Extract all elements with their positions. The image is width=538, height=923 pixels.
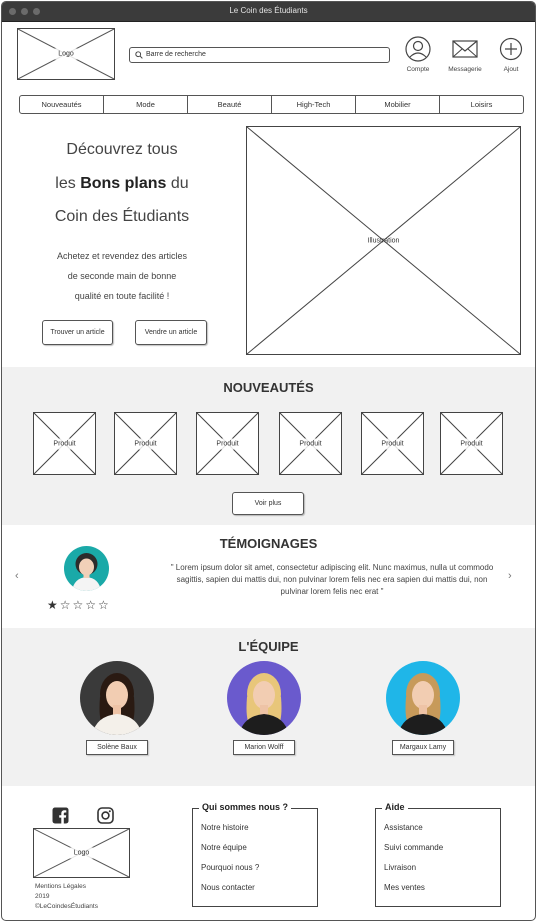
link-assistance[interactable]: Assistance	[384, 823, 443, 843]
equipe-title: L'ÉQUIPE	[238, 639, 299, 654]
product-card[interactable]: Produit	[440, 412, 503, 475]
product-label: Produit	[441, 438, 502, 449]
team-member-photo	[386, 661, 460, 735]
hero-desc-line2: de seconde main de bonne	[67, 271, 177, 281]
testimonial-avatar	[64, 546, 109, 591]
link-why-us[interactable]: Pourquoi nous ?	[201, 863, 259, 883]
category-nav: Nouveautés Mode Beauté High-Tech Mobilie…	[19, 95, 524, 114]
product-label: Produit	[362, 438, 423, 449]
account-button[interactable]: Compte	[398, 36, 438, 73]
next-testimonial-button[interactable]: ›	[508, 570, 512, 582]
product-label: Produit	[197, 438, 258, 449]
title-bar: Le Coin des Étudiants	[2, 2, 535, 22]
about-title: Qui sommes nous ?	[199, 802, 292, 812]
team-member-name: Solène Baux	[86, 740, 148, 755]
logo-label: Logo	[50, 48, 82, 60]
browser-window: Le Coin des Étudiants Logo Barre de rech…	[1, 1, 536, 921]
find-article-button[interactable]: Trouver un article	[42, 320, 113, 345]
link-our-team[interactable]: Notre équipe	[201, 843, 259, 863]
hero-title-line3: Coin des Étudiants	[54, 208, 190, 225]
help-box: Aide Assistance Suivi commande Livraison…	[375, 802, 501, 907]
nav-item-high-tech[interactable]: High-Tech	[272, 96, 356, 113]
team-member-name: Marion Wolff	[233, 740, 295, 755]
hero-illustration: Illustration	[246, 126, 521, 355]
hero-title-prefix: les	[55, 175, 81, 192]
messages-label: Messagerie	[448, 66, 482, 73]
illustration-label: Illustration	[367, 237, 400, 244]
hero-title-highlight: Bons plans	[80, 175, 167, 192]
hero-desc-line3: qualité en toute facilité !	[74, 291, 170, 301]
prev-testimonial-button[interactable]: ‹	[15, 570, 19, 582]
see-more-button[interactable]: Voir plus	[232, 492, 304, 515]
help-title: Aide	[382, 802, 408, 812]
search-placeholder: Barre de recherche	[146, 51, 206, 58]
search-input[interactable]: Barre de recherche	[129, 47, 390, 63]
link-order-tracking[interactable]: Suivi commande	[384, 843, 443, 863]
add-button[interactable]: Ajout	[491, 36, 531, 73]
legal-notice-link[interactable]: Mentions Légales	[35, 882, 98, 892]
product-card[interactable]: Produit	[33, 412, 96, 475]
window-title: Le Coin des Étudiants	[229, 6, 308, 15]
rating-stars: ★☆☆☆☆	[47, 598, 111, 612]
nav-item-mode[interactable]: Mode	[104, 96, 188, 113]
footer-logo-label: Logo	[66, 847, 97, 859]
search-icon	[135, 51, 143, 59]
product-card[interactable]: Produit	[196, 412, 259, 475]
link-my-sales[interactable]: Mes ventes	[384, 883, 443, 903]
link-delivery[interactable]: Livraison	[384, 863, 443, 883]
link-contact-us[interactable]: Nous contacter	[201, 883, 259, 903]
nav-item-loisirs[interactable]: Loisirs	[440, 96, 523, 113]
footer-logo[interactable]: Logo	[33, 828, 130, 878]
nav-item-mobilier[interactable]: Mobilier	[356, 96, 440, 113]
account-label: Compte	[406, 66, 430, 73]
team-member-photo	[80, 661, 154, 735]
product-label: Produit	[34, 438, 95, 449]
legal-copyright: ©LeCoindesÉtudiants	[35, 903, 98, 910]
legal-year: 2019	[35, 893, 50, 900]
product-label: Produit	[280, 438, 341, 449]
team-member-photo	[227, 661, 301, 735]
hero-title-line1: Découvrez tous	[66, 141, 178, 158]
messages-button[interactable]: Messagerie	[445, 36, 485, 73]
hero-title-line2: les Bons plans du	[22, 175, 222, 193]
user-icon	[405, 36, 431, 62]
nav-item-beaute[interactable]: Beauté	[188, 96, 272, 113]
team-member-name: Margaux Lamy	[392, 740, 454, 755]
about-box: Qui sommes nous ? Notre histoire Notre é…	[192, 802, 318, 907]
add-label: Ajout	[503, 66, 519, 73]
facebook-icon[interactable]	[52, 807, 69, 824]
nav-item-nouveautes[interactable]: Nouveautés	[20, 96, 104, 113]
testimonial-quote: " Lorem ipsum dolor sit amet, consectetu…	[170, 563, 494, 596]
product-card[interactable]: Produit	[114, 412, 177, 475]
instagram-icon[interactable]	[97, 807, 114, 824]
nouveautes-title: NOUVEAUTÉS	[223, 380, 314, 395]
legal-info: Mentions Légales 2019 ©LeCoindesÉtudiant…	[35, 882, 98, 912]
link-our-story[interactable]: Notre histoire	[201, 823, 259, 843]
hero-title-suffix: du	[166, 175, 189, 192]
hero-desc-line1: Achetez et revendez des articles	[56, 251, 188, 261]
plus-icon	[499, 37, 523, 61]
header-logo[interactable]: Logo	[17, 28, 115, 80]
sell-article-button[interactable]: Vendre un article	[135, 320, 207, 345]
mail-icon	[452, 40, 478, 58]
product-card[interactable]: Produit	[361, 412, 424, 475]
product-card[interactable]: Produit	[279, 412, 342, 475]
product-label: Produit	[115, 438, 176, 449]
